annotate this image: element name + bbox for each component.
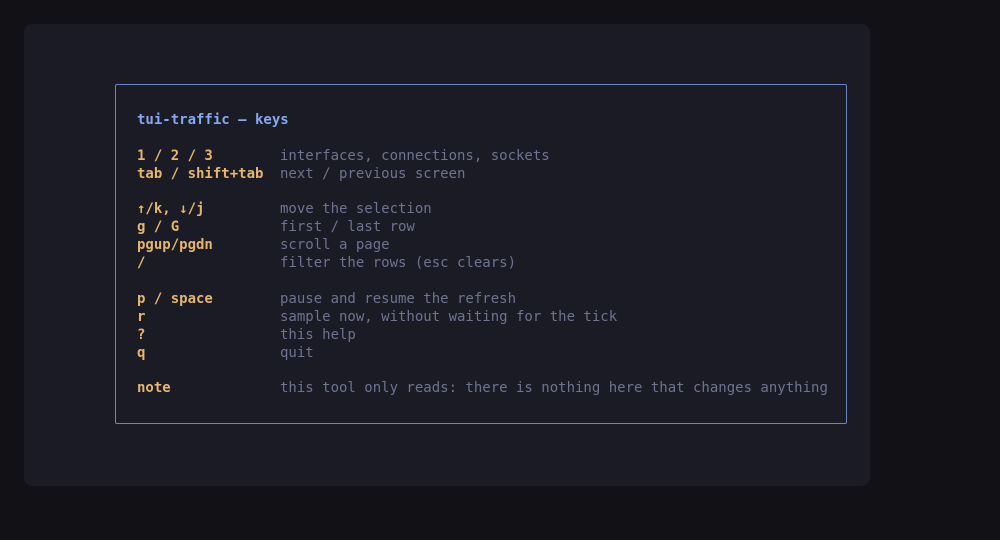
key-description: next / previous screen — [280, 165, 466, 182]
key-row: g / G first / last row — [137, 219, 836, 237]
note-row: note this tool only reads: there is noth… — [137, 380, 836, 398]
key-binding: ↑/k, ↓/j — [137, 201, 205, 218]
key-binding: / — [137, 255, 146, 272]
key-row: ↑/k, ↓/j move the selection — [137, 201, 836, 219]
key-row: / filter the rows (esc clears) — [137, 255, 836, 273]
key-binding: q — [137, 344, 146, 361]
key-binding: ? — [137, 326, 146, 343]
key-description: pause and resume the refresh — [280, 290, 517, 307]
keys-group-note: note this tool only reads: there is noth… — [137, 380, 836, 398]
key-binding: r — [137, 308, 146, 325]
key-row: p / space pause and resume the refresh — [137, 291, 836, 309]
key-row: 1 / 2 / 3 interfaces, connections, socke… — [137, 148, 836, 166]
help-dialog: tui-traffic — keys 1 / 2 / 3 interfaces,… — [115, 84, 847, 424]
key-binding: p / space — [137, 290, 213, 307]
key-row: pgup/pgdn scroll a page — [137, 237, 836, 255]
key-binding: pgup/pgdn — [137, 237, 213, 254]
key-description: sample now, without waiting for the tick — [280, 308, 618, 325]
note-text: this tool only reads: there is nothing h… — [280, 380, 828, 397]
key-description: move the selection — [280, 201, 432, 218]
key-binding: tab / shift+tab — [137, 165, 264, 182]
help-title: tui-traffic — keys — [137, 112, 289, 128]
keys-group-navigation: ↑/k, ↓/j move the selection g / G first … — [137, 201, 836, 273]
key-binding: g / G — [137, 219, 180, 236]
key-description: first / last row — [280, 219, 415, 236]
key-row: tab / shift+tab next / previous screen — [137, 166, 836, 184]
help-content: tui-traffic — keys 1 / 2 / 3 interfaces,… — [137, 112, 836, 398]
terminal-window: tui-traffic — keys 1 / 2 / 3 interfaces,… — [24, 24, 870, 486]
key-description: this help — [280, 326, 356, 343]
key-description: interfaces, connections, sockets — [280, 147, 550, 164]
note-label: note — [137, 380, 171, 397]
keys-group-screens: 1 / 2 / 3 interfaces, connections, socke… — [137, 148, 836, 184]
key-row: q quit — [137, 345, 836, 363]
keys-group-actions: p / space pause and resume the refresh r… — [137, 291, 836, 363]
key-description: filter the rows (esc clears) — [280, 255, 517, 272]
key-binding: 1 / 2 / 3 — [137, 147, 213, 164]
key-row: r sample now, without waiting for the ti… — [137, 309, 836, 327]
key-description: quit — [280, 344, 314, 361]
key-description: scroll a page — [280, 237, 390, 254]
key-row: ? this help — [137, 327, 836, 345]
